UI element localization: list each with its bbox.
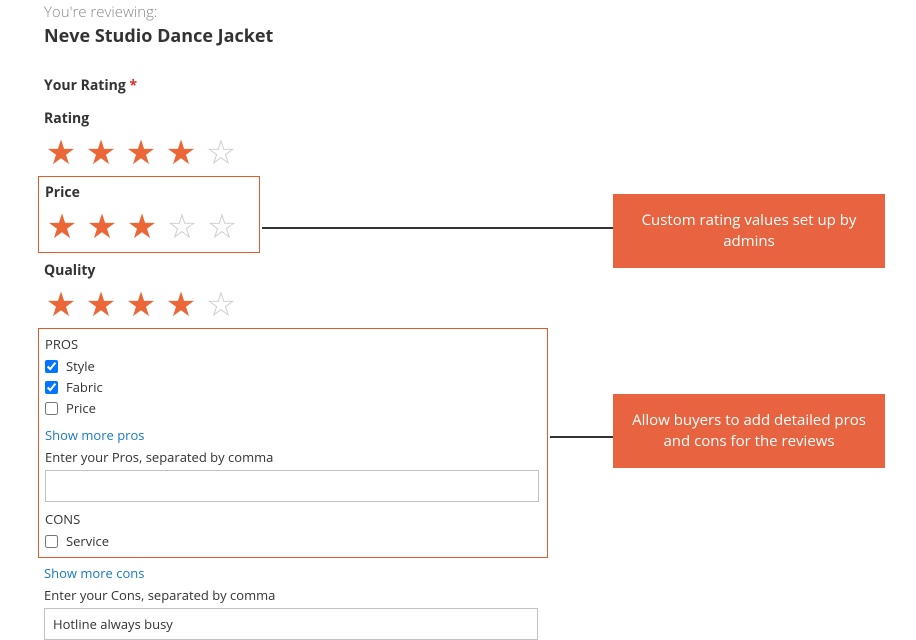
connector-line-proscons <box>550 436 614 438</box>
pros-item: Style <box>45 357 537 375</box>
star-row-quality: ★ ★ ★ ★ ☆ <box>44 286 916 320</box>
star-icon[interactable]: ★ <box>164 286 198 320</box>
cons-item: Service <box>45 532 537 550</box>
star-icon[interactable]: ★ <box>125 208 159 242</box>
star-icon[interactable]: ☆ <box>204 286 238 320</box>
required-marker: * <box>129 76 137 95</box>
star-icon[interactable]: ☆ <box>204 134 238 168</box>
cons-helper-text: Enter your Cons, separated by comma <box>44 586 916 604</box>
star-icon[interactable]: ★ <box>124 286 158 320</box>
pros-checkbox-price[interactable] <box>45 402 58 415</box>
pros-helper-text: Enter your Pros, separated by comma <box>45 448 537 466</box>
show-more-pros-link[interactable]: Show more pros <box>45 426 145 444</box>
cons-heading: CONS <box>45 510 537 528</box>
pros-input[interactable] <box>45 470 539 502</box>
star-icon[interactable]: ★ <box>44 134 78 168</box>
review-intro-prefix: You're reviewing: <box>44 2 916 22</box>
pros-heading: PROS <box>45 335 537 353</box>
your-rating-label: Your Rating * <box>44 76 916 95</box>
cons-checkbox-service[interactable] <box>45 535 58 548</box>
pros-item-label: Price <box>66 399 96 417</box>
callout-text: Custom rating values set up by admins <box>642 210 857 251</box>
price-rating-highlight: Price ★ ★ ★ ☆ ☆ <box>38 176 260 253</box>
pros-item-label: Fabric <box>66 378 103 396</box>
pros-cons-highlight: PROS Style Fabric Price Show more pros E… <box>38 328 548 558</box>
pros-item: Fabric <box>45 378 537 396</box>
pros-item-label: Style <box>66 357 95 375</box>
star-icon[interactable]: ★ <box>84 286 118 320</box>
callout-rating-values: Custom rating values set up by admins <box>613 194 885 268</box>
your-rating-text: Your Rating <box>44 76 126 95</box>
show-more-cons-link[interactable]: Show more cons <box>44 564 144 582</box>
rating-label-rating: Rating <box>44 109 916 128</box>
pros-checkbox-style[interactable] <box>45 360 58 373</box>
product-name: Neve Studio Dance Jacket <box>44 24 916 48</box>
star-row-rating: ★ ★ ★ ★ ☆ <box>44 134 916 168</box>
star-icon[interactable]: ☆ <box>205 208 239 242</box>
callout-text: Allow buyers to add detailed pros and co… <box>632 410 866 451</box>
cons-input[interactable] <box>44 608 538 640</box>
cons-item-label: Service <box>66 532 109 550</box>
star-icon[interactable]: ★ <box>44 286 78 320</box>
pros-item: Price <box>45 399 537 417</box>
pros-checkbox-fabric[interactable] <box>45 381 58 394</box>
star-icon[interactable]: ★ <box>124 134 158 168</box>
star-icon[interactable]: ★ <box>45 208 79 242</box>
connector-line-ratings <box>262 227 614 229</box>
callout-pros-cons: Allow buyers to add detailed pros and co… <box>613 394 885 468</box>
star-icon[interactable]: ★ <box>84 134 118 168</box>
star-icon[interactable]: ★ <box>85 208 119 242</box>
star-icon[interactable]: ☆ <box>165 208 199 242</box>
rating-label-price: Price <box>45 183 249 202</box>
star-icon[interactable]: ★ <box>164 134 198 168</box>
star-row-price: ★ ★ ★ ☆ ☆ <box>45 208 249 242</box>
